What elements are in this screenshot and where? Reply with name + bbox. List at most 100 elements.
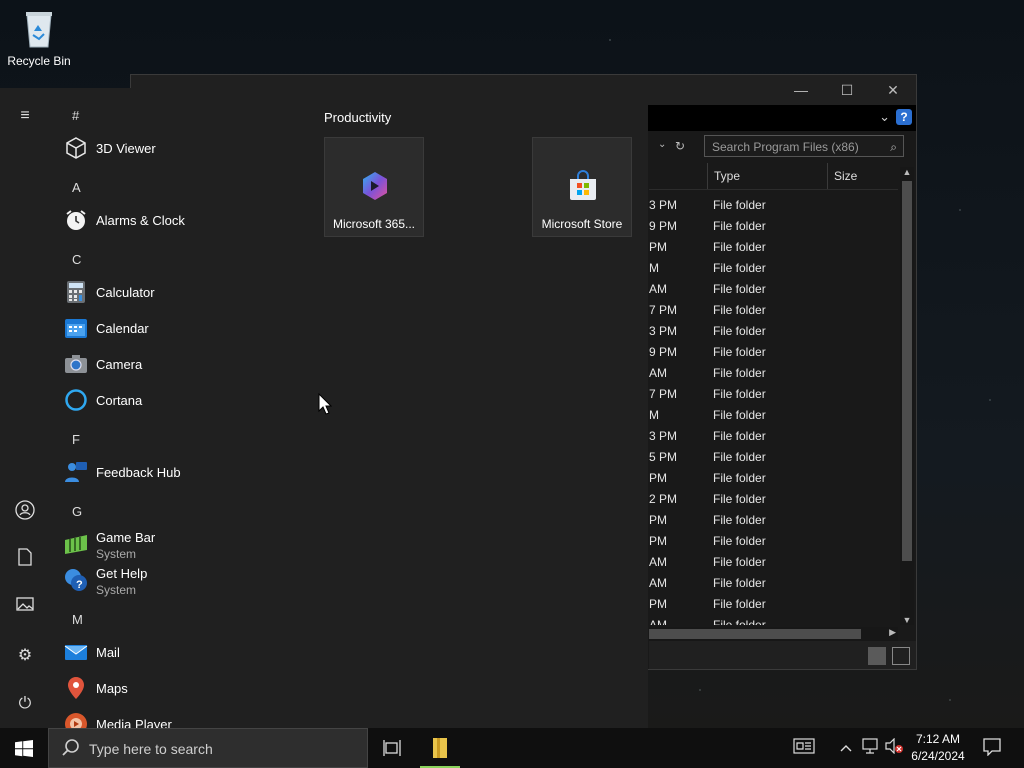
file-explorer-taskbar-button[interactable] bbox=[416, 728, 464, 768]
row-date-modified: PM bbox=[649, 534, 667, 548]
table-row[interactable]: M File folder bbox=[649, 405, 899, 426]
taskbar-search-box[interactable]: Type here to search bbox=[48, 728, 368, 768]
address-dropdown-icon[interactable]: ⌄ bbox=[658, 139, 666, 150]
news-widget-icon[interactable] bbox=[792, 738, 816, 758]
tile-microsoft-store[interactable]: Microsoft Store bbox=[532, 137, 632, 237]
scroll-up-icon[interactable]: ▲ bbox=[900, 167, 914, 177]
app-subtitle: System bbox=[96, 547, 137, 561]
close-button[interactable]: ✕ bbox=[870, 75, 916, 105]
clock-time: 7:12 AM bbox=[915, 732, 961, 746]
table-row[interactable]: 9 PM File folder bbox=[649, 342, 899, 363]
tile-group-title[interactable]: Productivity bbox=[324, 110, 391, 125]
table-row[interactable]: AM File folder bbox=[649, 615, 899, 625]
row-type: File folder bbox=[713, 576, 766, 590]
table-row[interactable]: PM File folder bbox=[649, 468, 899, 489]
app-name: Get Help bbox=[96, 566, 148, 581]
row-type: File folder bbox=[713, 219, 766, 233]
scroll-thumb[interactable] bbox=[902, 181, 912, 561]
app-feedback-hub[interactable]: Feedback Hub bbox=[62, 456, 302, 490]
table-row[interactable]: PM File folder bbox=[649, 594, 899, 615]
refresh-icon[interactable]: ↻ bbox=[675, 139, 685, 153]
tile-label: Microsoft 365... bbox=[332, 217, 416, 231]
table-row[interactable]: 9 PM File folder bbox=[649, 216, 899, 237]
user-account-icon[interactable] bbox=[13, 500, 37, 524]
task-view-button[interactable] bbox=[368, 728, 416, 768]
row-date-modified: 7 PM bbox=[649, 303, 678, 317]
letter-header-a[interactable]: A bbox=[72, 180, 81, 195]
table-row[interactable]: 2 PM File folder bbox=[649, 489, 899, 510]
vertical-scrollbar[interactable]: ▲ ▼ bbox=[900, 167, 914, 625]
help-icon[interactable]: ? bbox=[896, 109, 912, 125]
table-row[interactable]: PM File folder bbox=[649, 531, 899, 552]
start-button[interactable] bbox=[0, 728, 48, 768]
letter-header-f[interactable]: F bbox=[72, 432, 80, 447]
app-media-player[interactable]: Media Player bbox=[62, 708, 302, 728]
column-header-size[interactable]: Size bbox=[827, 163, 904, 189]
table-row[interactable]: 5 PM File folder bbox=[649, 447, 899, 468]
row-type: File folder bbox=[713, 618, 766, 625]
table-row[interactable]: PM File folder bbox=[649, 510, 899, 531]
app-camera[interactable]: Camera bbox=[62, 348, 302, 382]
documents-icon[interactable] bbox=[13, 548, 37, 572]
horizontal-scrollbar[interactable]: ▶ bbox=[649, 627, 898, 641]
large-icons-view-icon[interactable] bbox=[892, 647, 910, 665]
scroll-down-icon[interactable]: ▼ bbox=[900, 615, 914, 625]
table-row[interactable]: 3 PM File folder bbox=[649, 321, 899, 342]
cortana-icon bbox=[65, 389, 87, 411]
camera-icon bbox=[65, 355, 87, 373]
letter-header-hash[interactable]: # bbox=[72, 108, 79, 123]
app-3d-viewer[interactable]: 3D Viewer bbox=[62, 132, 302, 166]
search-icon bbox=[62, 739, 79, 756]
app-get-help[interactable]: ? Get Help System bbox=[62, 564, 302, 598]
row-date-modified: PM bbox=[649, 597, 667, 611]
hamburger-menu-icon[interactable]: ≡ bbox=[13, 104, 37, 128]
app-calculator[interactable]: Calculator bbox=[62, 276, 302, 310]
app-game-bar[interactable]: Game Bar System bbox=[62, 528, 302, 562]
row-date-modified: 5 PM bbox=[649, 450, 678, 464]
table-row[interactable]: 7 PM File folder bbox=[649, 300, 899, 321]
row-type: File folder bbox=[713, 450, 766, 464]
table-row[interactable]: PM File folder bbox=[649, 237, 899, 258]
taskbar-clock[interactable]: 7:12 AM 6/24/2024 bbox=[904, 731, 972, 765]
notification-center-icon[interactable] bbox=[982, 738, 1002, 758]
app-maps[interactable]: Maps bbox=[62, 672, 302, 706]
app-alarms-clock[interactable]: Alarms & Clock bbox=[62, 204, 302, 238]
table-row[interactable]: 3 PM File folder bbox=[649, 195, 899, 216]
details-view-icon[interactable] bbox=[868, 647, 886, 665]
scroll-right-icon[interactable]: ▶ bbox=[889, 627, 896, 638]
tile-microsoft-365[interactable]: Microsoft 365... bbox=[324, 137, 424, 237]
app-mail[interactable]: Mail bbox=[62, 636, 302, 670]
row-date-modified: 3 PM bbox=[649, 429, 678, 443]
pictures-icon[interactable] bbox=[13, 596, 37, 620]
network-icon[interactable] bbox=[860, 738, 880, 758]
table-row[interactable]: AM File folder bbox=[649, 573, 899, 594]
letter-header-m[interactable]: M bbox=[72, 612, 83, 627]
column-header-type[interactable]: Type bbox=[707, 163, 828, 189]
table-row[interactable]: 7 PM File folder bbox=[649, 384, 899, 405]
letter-header-c[interactable]: C bbox=[72, 252, 81, 267]
row-date-modified: M bbox=[649, 261, 659, 275]
table-row[interactable]: M File folder bbox=[649, 258, 899, 279]
recycle-bin-label: Recycle Bin bbox=[7, 54, 71, 68]
show-hidden-icons-chevron[interactable] bbox=[836, 738, 856, 758]
table-row[interactable]: AM File folder bbox=[649, 279, 899, 300]
row-date-modified: PM bbox=[649, 513, 667, 527]
maximize-button[interactable]: ☐ bbox=[824, 75, 870, 105]
ribbon-expand-icon[interactable]: ⌄ bbox=[879, 109, 890, 125]
hscroll-thumb[interactable] bbox=[649, 629, 861, 639]
settings-gear-icon[interactable]: ⚙ bbox=[13, 644, 37, 668]
app-cortana[interactable]: Cortana bbox=[62, 384, 302, 418]
explorer-search-input[interactable]: Search Program Files (x86) ⌕ bbox=[704, 135, 904, 157]
table-row[interactable]: 3 PM File folder bbox=[649, 426, 899, 447]
status-bar bbox=[649, 641, 916, 669]
app-name: Camera bbox=[96, 357, 143, 372]
power-icon[interactable]: ⏻ bbox=[13, 692, 37, 716]
volume-muted-icon[interactable] bbox=[884, 737, 904, 758]
app-name: Maps bbox=[96, 681, 128, 696]
table-row[interactable]: AM File folder bbox=[649, 552, 899, 573]
app-calendar[interactable]: Calendar bbox=[62, 312, 302, 346]
recycle-bin-shortcut[interactable]: Recycle Bin bbox=[6, 6, 72, 68]
letter-header-g[interactable]: G bbox=[72, 504, 82, 519]
table-row[interactable]: AM File folder bbox=[649, 363, 899, 384]
minimize-button[interactable]: — bbox=[778, 75, 824, 105]
